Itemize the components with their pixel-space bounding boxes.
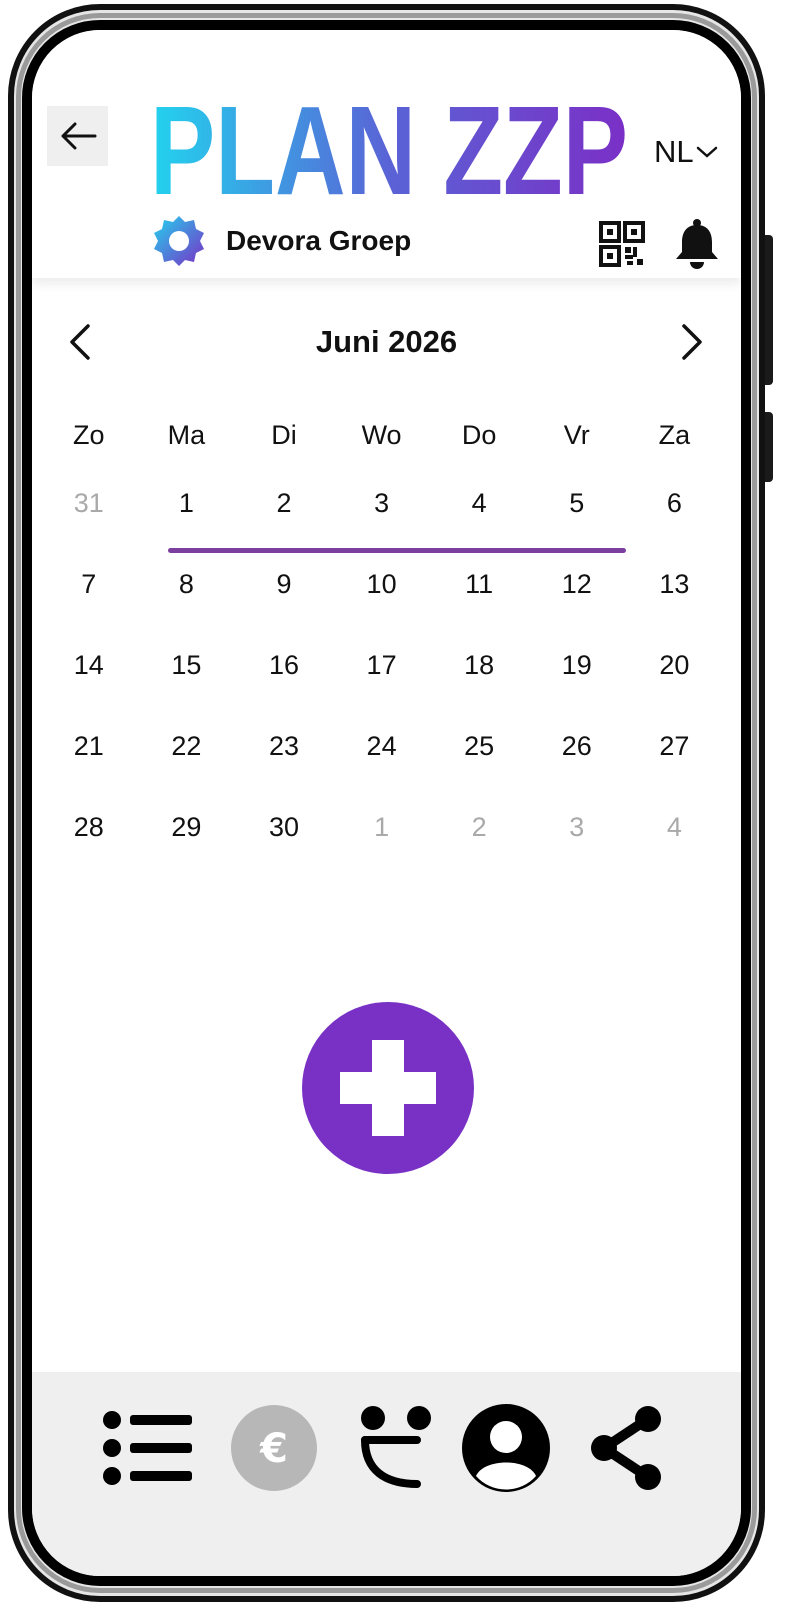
- calendar-day-cell[interactable]: 6: [626, 488, 724, 569]
- language-label: NL: [654, 134, 694, 169]
- app-screen: PLAN ZZP NL Devora Groep Juni 2026 Zo Ma…: [32, 30, 741, 1576]
- nav-list-button[interactable]: [102, 1402, 194, 1494]
- calendar-day-cell[interactable]: 25: [430, 731, 528, 812]
- face-icon: [361, 1406, 431, 1488]
- calendar-day-cell[interactable]: 30: [235, 812, 333, 893]
- weekday-header-row: Zo Ma Di Wo Do Vr Za: [40, 420, 723, 451]
- language-selector[interactable]: NL: [654, 134, 718, 170]
- calendar-day-cell[interactable]: 29: [138, 812, 236, 893]
- calendar-day-cell[interactable]: 20: [626, 650, 724, 731]
- next-month-button[interactable]: [674, 320, 710, 364]
- calendar-day-cell[interactable]: 17: [333, 650, 431, 731]
- logo-text: PLAN ZZP: [150, 96, 628, 206]
- bell-icon: [676, 219, 718, 269]
- calendar-day-cell[interactable]: 14: [40, 650, 138, 731]
- calendar-day-cell[interactable]: 26: [528, 731, 626, 812]
- organization-switcher[interactable]: Devora Groep: [152, 214, 411, 268]
- calendar-day-cell[interactable]: 8: [138, 569, 236, 650]
- nav-finance-button[interactable]: €: [228, 1402, 320, 1494]
- selected-week-indicator: [168, 548, 626, 553]
- calendar-day-cell[interactable]: 11: [430, 569, 528, 650]
- calendar-day-cell[interactable]: 9: [235, 569, 333, 650]
- calendar-day-cell[interactable]: 23: [235, 731, 333, 812]
- calendar-day-cell[interactable]: 10: [333, 569, 431, 650]
- plus-icon: [340, 1040, 436, 1136]
- calendar-day-cell[interactable]: 2: [430, 812, 528, 893]
- calendar-navigation: Juni 2026: [32, 312, 741, 372]
- arrow-left-icon: [61, 122, 96, 150]
- back-button[interactable]: [47, 106, 108, 166]
- weekday-label: Do: [461, 420, 497, 450]
- calendar-day-cell[interactable]: 4: [430, 488, 528, 569]
- add-button[interactable]: [302, 1002, 474, 1174]
- calendar-day-cell[interactable]: 1: [333, 812, 431, 893]
- calendar-day-cell[interactable]: 3: [333, 488, 431, 569]
- calendar-day-cell[interactable]: 5: [528, 488, 626, 569]
- nav-share-button[interactable]: [580, 1402, 672, 1494]
- nav-profile-button[interactable]: [460, 1402, 552, 1494]
- calendar-day-cell[interactable]: 1: [138, 488, 236, 569]
- list-icon: [103, 1411, 192, 1485]
- calendar-day-cell[interactable]: 2: [235, 488, 333, 569]
- app-logo: PLAN ZZP: [150, 96, 628, 206]
- calendar-day-cell[interactable]: 27: [626, 731, 724, 812]
- weekday-label: Wo: [361, 420, 402, 450]
- qr-code-icon: [599, 221, 645, 267]
- organization-name: Devora Groep: [226, 225, 412, 256]
- euro-icon: €: [231, 1405, 317, 1491]
- calendar-day-cell[interactable]: 12: [528, 569, 626, 650]
- qr-code-button[interactable]: [599, 221, 645, 267]
- calendar-day-cell[interactable]: 15: [138, 650, 236, 731]
- weekday-label: Di: [271, 420, 297, 450]
- calendar-day-cell[interactable]: 18: [430, 650, 528, 731]
- calendar-day-cell[interactable]: 19: [528, 650, 626, 731]
- weekday-label: Zo: [73, 420, 105, 450]
- nav-clients-button[interactable]: [350, 1402, 442, 1494]
- calendar-day-cell[interactable]: 3: [528, 812, 626, 893]
- calendar-day-cell[interactable]: 16: [235, 650, 333, 731]
- side-button-power: [765, 412, 773, 482]
- share-icon: [591, 1406, 661, 1490]
- month-title: Juni 2026: [315, 324, 458, 359]
- calendar-day-cell[interactable]: 28: [40, 812, 138, 893]
- chevron-down-icon: [696, 146, 717, 158]
- weekday-label: Ma: [167, 420, 206, 450]
- calendar-day-cell[interactable]: 4: [626, 812, 724, 893]
- side-button-volume: [765, 235, 773, 385]
- profile-icon: [462, 1404, 550, 1492]
- gear-icon: [154, 216, 204, 266]
- bottom-navigation: €: [32, 1372, 741, 1576]
- notifications-button[interactable]: [672, 218, 722, 270]
- calendar-day-cell[interactable]: 7: [40, 569, 138, 650]
- phone-screen: PLAN ZZP NL Devora Groep Juni 2026 Zo Ma…: [22, 20, 751, 1586]
- calendar-day-cell[interactable]: 21: [40, 731, 138, 812]
- calendar-day-cell[interactable]: 22: [138, 731, 236, 812]
- euro-symbol: €: [259, 1426, 288, 1472]
- app-header: PLAN ZZP NL Devora Groep: [32, 30, 741, 278]
- calendar-day-cell[interactable]: 13: [626, 569, 724, 650]
- calendar-day-cell[interactable]: 24: [333, 731, 431, 812]
- weekday-label: Vr: [563, 420, 590, 450]
- weekday-label: Za: [658, 420, 691, 450]
- calendar-day-cell[interactable]: 31: [40, 488, 138, 569]
- chevron-right-icon: [682, 324, 702, 360]
